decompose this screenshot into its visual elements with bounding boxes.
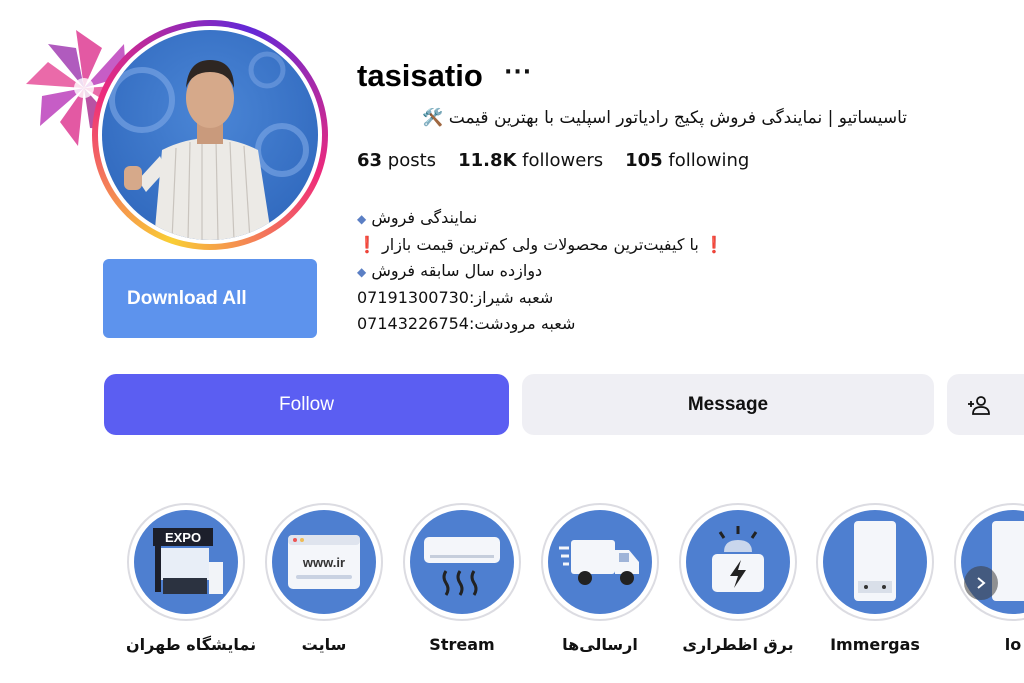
highlight-ring: www.ir [265, 503, 383, 621]
highlight-label: نمایشگاه طهران [126, 635, 257, 654]
following-count: 105 [625, 150, 663, 171]
profile-headline: تاسیساتیو | نمایندگی فروش پکیج رادیاتور … [422, 108, 907, 128]
exclamation-icon: ❗ [703, 235, 724, 254]
message-button[interactable]: Message [522, 374, 934, 435]
profile-username: tasisatio [357, 58, 483, 93]
more-options-icon[interactable]: ··· [504, 60, 532, 85]
profile-bio: ◆ نمایندگی فروش ❗ با کیفیت‌ترین محصولات … [357, 205, 807, 337]
followers-count: 11.8K [458, 150, 517, 171]
highlight-label: سایت [301, 635, 347, 654]
highlight-label: ارسالی‌ها [562, 635, 638, 654]
bio-text-3: دوازده سال سابقه فروش [371, 261, 543, 280]
avatar-border [98, 26, 322, 244]
download-all-button[interactable]: Download All [103, 259, 317, 338]
highlight-label: Stream [429, 635, 495, 654]
highlight-label: برق اظطراری [682, 635, 794, 654]
website-sign-text: www.ir [302, 555, 345, 570]
website-icon: www.ir [272, 510, 376, 614]
bio-line-5: شعبه مرودشت:07143226754 [357, 314, 576, 333]
followers-label: followers [522, 150, 604, 171]
posts-label: posts [387, 150, 437, 171]
highlight-ring: EXPO [127, 503, 245, 621]
highlight-shipments[interactable]: ارسالی‌ها [540, 503, 660, 654]
posts-count: 63 [357, 150, 383, 171]
bio-line-2: ❗ با کیفیت‌ترین محصولات ولی کم‌ترین قیمت… [357, 232, 807, 258]
air-conditioner-icon [410, 510, 514, 614]
followers-stat[interactable]: 11.8K followers [458, 150, 603, 171]
following-stat[interactable]: 105 following [625, 150, 749, 171]
highlight-ring [816, 503, 934, 621]
follow-button[interactable]: Follow [104, 374, 509, 435]
avatar-photo [102, 30, 318, 240]
posts-stat[interactable]: 63 posts [357, 150, 436, 171]
add-user-icon [968, 395, 990, 415]
add-user-button[interactable] [947, 374, 1024, 435]
emergency-power-icon [686, 510, 790, 614]
highlight-label: lo [1004, 635, 1022, 654]
highlight-website[interactable]: www.ir سایت [264, 503, 384, 654]
diamond-icon: ◆ [357, 265, 367, 279]
bio-text-1: نمایندگی فروش [371, 208, 478, 227]
highlight-expo[interactable]: EXPO نمایشگاه طهران [126, 503, 257, 654]
diamond-icon: ◆ [357, 212, 367, 226]
highlight-ring [541, 503, 659, 621]
boiler-icon [961, 510, 1024, 614]
bio-text-2: با کیفیت‌ترین محصولات ولی کم‌ترین قیمت ب… [382, 235, 699, 254]
expo-sign-text: EXPO [165, 530, 201, 545]
highlight-stream[interactable]: Stream [402, 503, 522, 654]
chevron-right-icon [977, 577, 986, 589]
exclamation-icon: ❗ [357, 235, 377, 254]
highlight-immergas[interactable]: Immergas [815, 503, 935, 654]
highlight-ring [954, 503, 1024, 621]
profile-stats: 63 posts 11.8K followers 105 following [357, 150, 749, 171]
delivery-truck-icon [548, 510, 652, 614]
highlight-emergency-power[interactable]: برق اظطراری [678, 503, 798, 654]
expo-booth-icon: EXPO [134, 510, 238, 614]
highlight-ring [403, 503, 521, 621]
bio-line-1: ◆ نمایندگی فروش [357, 205, 807, 232]
bio-line-4: شعبه شیراز:07191300730 [357, 288, 554, 307]
highlight-label: Immergas [830, 635, 920, 654]
profile-avatar[interactable] [92, 20, 328, 250]
boiler-icon [823, 510, 927, 614]
following-label: following [668, 150, 750, 171]
bio-line-3: ◆ دوازده سال سابقه فروش [357, 258, 807, 285]
next-highlights-button[interactable] [964, 566, 998, 600]
highlight-ring [679, 503, 797, 621]
